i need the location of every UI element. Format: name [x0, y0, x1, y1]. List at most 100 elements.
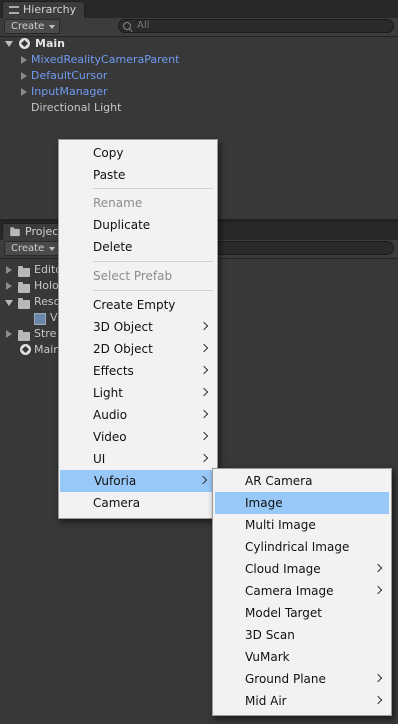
project-tab-label: Projec — [25, 225, 59, 238]
hierarchy-item-label: MixedRealityCameraParent — [31, 53, 180, 66]
folder-label: Reso — [34, 295, 61, 308]
hierarchy-item[interactable]: DefaultCursor — [0, 68, 398, 84]
menu-item-video[interactable]: Video — [59, 426, 217, 448]
hierarchy-tab[interactable]: Hierarchy — [2, 1, 86, 18]
submenu-item-cylindrical-image[interactable]: Cylindrical Image — [213, 536, 391, 558]
submenu-item-multi-image[interactable]: Multi Image — [213, 514, 391, 536]
scene-name: Main — [35, 37, 65, 50]
menu-separator — [93, 261, 213, 262]
asset-label: V — [50, 311, 58, 324]
menu-item-copy[interactable]: Copy — [59, 142, 217, 164]
chevron-right-icon — [373, 673, 383, 683]
menu-item-2d-object[interactable]: 2D Object — [59, 338, 217, 360]
menu-item-label: Light — [93, 386, 123, 400]
submenu-item-mid-air[interactable]: Mid Air — [213, 690, 391, 712]
menu-item-label: UI — [93, 452, 106, 466]
submenu-item-vumark[interactable]: VuMark — [213, 646, 391, 668]
search-placeholder: All — [137, 20, 150, 31]
folder-label: Holo — [34, 279, 59, 292]
project-search-input[interactable] — [200, 241, 394, 255]
dropdown-arrow-icon — [49, 247, 55, 251]
menu-item-label: Audio — [93, 408, 128, 422]
menu-separator — [93, 188, 213, 189]
collapse-arrow-icon[interactable] — [6, 266, 12, 274]
unity-scene-icon — [19, 38, 30, 49]
chevron-right-icon — [199, 431, 209, 441]
hierarchy-item-label: DefaultCursor — [31, 69, 108, 82]
menu-item-paste[interactable]: Paste — [59, 164, 217, 186]
project-folder-row[interactable]: Stre — [0, 326, 60, 342]
list-icon — [9, 6, 19, 14]
menu-separator — [93, 290, 213, 291]
hierarchy-tab-strip: Hierarchy — [0, 0, 398, 18]
collapse-arrow-icon[interactable] — [6, 330, 12, 338]
hierarchy-item-label: InputManager — [31, 85, 108, 98]
menu-item-rename: Rename — [93, 196, 143, 210]
submenu-item-image[interactable]: Image — [215, 492, 389, 514]
submenu-item-3d-scan[interactable]: 3D Scan — [213, 624, 391, 646]
collapse-arrow-icon[interactable] — [21, 72, 27, 80]
menu-item-vuforia[interactable]: Vuforia — [60, 470, 216, 492]
hierarchy-item-label: Directional Light — [31, 101, 122, 114]
chevron-right-icon — [199, 387, 209, 397]
folder-icon — [18, 282, 30, 293]
video-asset-icon — [34, 313, 46, 325]
menu-item-label: Effects — [93, 364, 134, 378]
menu-item-create-empty[interactable]: Create Empty — [59, 294, 217, 316]
menu-item-ui[interactable]: UI — [59, 448, 217, 470]
submenu-item-label: Camera Image — [245, 584, 334, 598]
menu-item-delete[interactable]: Delete — [59, 236, 217, 258]
collapse-arrow-icon[interactable] — [21, 88, 27, 96]
collapse-arrow-icon[interactable] — [21, 56, 27, 64]
submenu-item-cloud-image[interactable]: Cloud Image — [213, 558, 391, 580]
submenu-item-ground-plane[interactable]: Ground Plane — [213, 668, 391, 690]
project-folder-row[interactable]: Reso — [0, 294, 60, 310]
unity-scene-icon — [20, 344, 31, 355]
create-label: Create — [11, 21, 45, 32]
menu-item-audio[interactable]: Audio — [59, 404, 217, 426]
chevron-right-icon — [199, 343, 209, 353]
collapse-arrow-icon[interactable] — [6, 282, 12, 290]
folder-label: Stre — [34, 327, 57, 340]
menu-item-duplicate[interactable]: Duplicate — [59, 214, 217, 236]
project-asset-row[interactable]: V — [0, 310, 60, 326]
hierarchy-toolbar: Create All — [0, 18, 398, 37]
hierarchy-search-input[interactable]: All — [118, 19, 394, 33]
chevron-right-icon — [198, 475, 208, 485]
project-create-button[interactable]: Create — [4, 241, 60, 256]
hierarchy-item[interactable]: InputManager — [0, 84, 398, 100]
menu-item-label: Video — [93, 430, 127, 444]
submenu-item-camera-image[interactable]: Camera Image — [213, 580, 391, 602]
chevron-right-icon — [199, 365, 209, 375]
hierarchy-create-button[interactable]: Create — [4, 19, 60, 34]
hierarchy-tab-label: Hierarchy — [23, 3, 77, 16]
folder-icon — [18, 330, 30, 341]
project-folder-row[interactable]: Edito — [0, 262, 62, 278]
vuforia-submenu: AR Camera Image Multi Image Cylindrical … — [212, 468, 392, 716]
menu-item-effects[interactable]: Effects — [59, 360, 217, 382]
folder-icon — [18, 266, 30, 277]
chevron-right-icon — [373, 695, 383, 705]
chevron-right-icon — [199, 409, 209, 419]
menu-item-camera[interactable]: Camera — [59, 492, 217, 514]
hierarchy-item[interactable]: Directional Light — [0, 100, 398, 116]
hierarchy-item[interactable]: MixedRealityCameraParent — [0, 52, 398, 68]
expand-arrow-icon[interactable] — [5, 41, 13, 47]
menu-item-label: 3D Object — [93, 320, 153, 334]
submenu-item-ar-camera[interactable]: AR Camera — [213, 470, 391, 492]
scene-row-main[interactable]: Main — [0, 36, 398, 52]
chevron-right-icon — [199, 321, 209, 331]
menu-item-3d-object[interactable]: 3D Object — [59, 316, 217, 338]
context-menu: Copy Paste Rename Duplicate Delete Selec… — [58, 139, 218, 519]
submenu-item-label: Mid Air — [245, 694, 287, 708]
project-folder-row[interactable]: Holo — [0, 278, 60, 294]
folder-icon — [18, 298, 30, 309]
submenu-item-model-target[interactable]: Model Target — [213, 602, 391, 624]
menu-item-label: Vuforia — [94, 474, 137, 488]
chevron-right-icon — [199, 453, 209, 463]
create-label: Create — [11, 243, 45, 254]
expand-arrow-icon[interactable] — [5, 300, 13, 306]
folder-icon — [10, 226, 20, 236]
menu-item-light[interactable]: Light — [59, 382, 217, 404]
project-asset-row[interactable]: Main — [0, 342, 60, 358]
